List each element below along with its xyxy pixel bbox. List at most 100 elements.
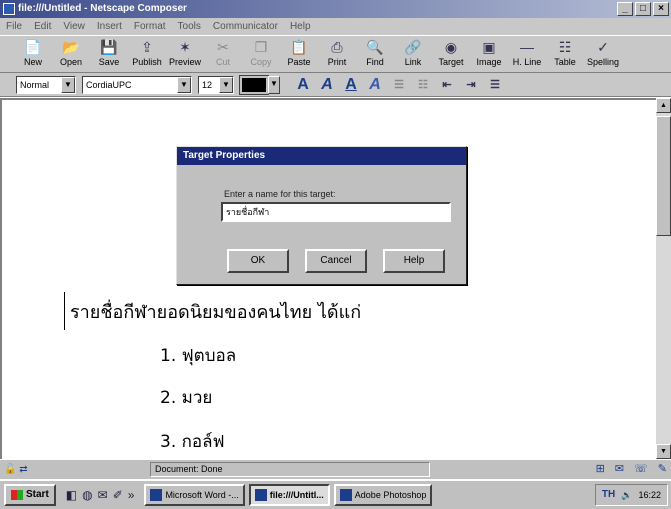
title-bar: file:///Untitled - Netscape Composer _ □… (0, 0, 671, 18)
status-bar: 🔓 ⇄ Document: Done ⊞ ✉ ☏ ✎ (0, 459, 671, 479)
task-button-word[interactable]: Microsoft Word -... (144, 484, 245, 506)
chevron-down-icon: ▼ (61, 76, 75, 93)
link-button[interactable]: 🔗 Link (396, 36, 430, 72)
spelling-label: Spelling (586, 57, 620, 67)
find-button[interactable]: 🔍 Find (358, 36, 392, 72)
menu-file[interactable]: File (6, 18, 22, 35)
font-select[interactable]: CordiaUPC ▼ (82, 75, 192, 94)
photoshop-icon (339, 489, 352, 501)
menu-help[interactable]: Help (290, 18, 311, 35)
h-line-button[interactable]: — H. Line (510, 36, 544, 72)
preview-button[interactable]: ✶ Preview (168, 36, 202, 72)
publish-button[interactable]: ⇪ Publish (130, 36, 164, 72)
discussion-icon[interactable]: ☏ (634, 462, 648, 475)
publish-icon: ⇪ (141, 39, 153, 55)
navigator-icon[interactable]: ⊞ (596, 462, 605, 475)
cancel-button[interactable]: Cancel (305, 249, 367, 273)
text-caret (64, 292, 65, 330)
internet-icon[interactable]: ◍ (82, 488, 92, 502)
table-button[interactable]: ☷ Table (548, 36, 582, 72)
paragraph-style-select[interactable]: Normal ▼ (16, 75, 76, 94)
quick-launch: ◧ ◍ ✉ ✐ » (60, 488, 141, 502)
indent-icon[interactable]: ⇥ (462, 78, 480, 91)
target-icon: ◉ (444, 39, 458, 55)
start-label: Start (26, 489, 49, 500)
numbered-list-icon[interactable]: ☷ (414, 78, 432, 91)
menu-communicator[interactable]: Communicator (213, 18, 278, 35)
bold-icon[interactable]: A (294, 76, 312, 94)
copy-button[interactable]: ❐ Copy (244, 36, 278, 72)
ok-button[interactable]: OK (227, 249, 289, 273)
copy-icon: ❐ (254, 39, 268, 55)
open-label: Open (59, 57, 83, 67)
task-label: file:///Untitl... (269, 490, 324, 500)
new-button[interactable]: 📄 New (16, 36, 50, 72)
composition-toolbar: 📄 New 📂 Open 💾 Save ⇪ Publish ✶ Preview ✂ Cut ❐ Copy 📋… (0, 35, 671, 73)
menu-view[interactable]: View (63, 18, 85, 35)
menu-bar: File Edit View Insert Format Tools Commu… (0, 18, 671, 35)
bullet-list-icon[interactable]: ☰ (390, 78, 408, 91)
clock: 16:22 (638, 490, 661, 500)
save-button[interactable]: 💾 Save (92, 36, 126, 72)
language-indicator-icon[interactable]: TH (602, 486, 615, 504)
target-name-input[interactable]: รายชื่อกีฬา (221, 202, 451, 222)
paste-button[interactable]: 📋 Paste (282, 36, 316, 72)
spelling-button[interactable]: ✓ Spelling (586, 36, 620, 72)
preview-label: Preview (168, 57, 201, 67)
mail-icon[interactable]: ✉ (615, 462, 624, 475)
security-lock-icon[interactable]: 🔓 ⇄ (0, 464, 40, 475)
new-label: New (23, 57, 42, 67)
windows-taskbar: Start ◧ ◍ ✉ ✐ » Microsoft Word -... file… (0, 479, 671, 509)
task-button-composer[interactable]: file:///Untitl... (248, 484, 330, 506)
help-button[interactable]: Help (383, 249, 445, 273)
outdent-icon[interactable]: ⇤ (438, 78, 456, 91)
formatting-toolbar: Normal ▼ CordiaUPC ▼ 12 ▼ ▼ A A A A ☰ ☷ … (0, 73, 671, 97)
scroll-down-arrow-icon[interactable]: ▼ (656, 444, 671, 459)
print-button[interactable]: ⎙ Print (320, 36, 354, 72)
menu-edit[interactable]: Edit (34, 18, 51, 35)
paste-label: Paste (287, 57, 311, 67)
italic-icon[interactable]: A (318, 76, 336, 94)
start-button[interactable]: Start (4, 484, 56, 506)
publish-label: Publish (132, 57, 162, 67)
underline-icon[interactable]: A (342, 76, 360, 94)
chevron-down-icon: ▼ (177, 76, 191, 93)
text-color-button[interactable]: ▼ (239, 74, 280, 95)
open-icon: 📂 (62, 39, 80, 55)
maximize-button[interactable]: □ (635, 2, 651, 16)
scroll-thumb[interactable] (656, 116, 671, 236)
target-properties-dialog: Target Properties Enter a name for this … (176, 146, 467, 285)
font-size-select[interactable]: 12 ▼ (198, 75, 234, 94)
composer-icon[interactable]: ✎ (658, 462, 667, 475)
dialog-prompt: Enter a name for this target: (224, 189, 336, 199)
find-label: Find (366, 57, 384, 67)
open-button[interactable]: 📂 Open (54, 36, 88, 72)
font-value: CordiaUPC (86, 79, 132, 90)
save-label: Save (98, 57, 120, 67)
table-icon: ☷ (558, 39, 572, 55)
clear-styles-icon[interactable]: A (366, 76, 384, 94)
vertical-scrollbar[interactable]: ▲ ▼ (656, 98, 671, 459)
email-icon[interactable]: ✉ (98, 488, 108, 502)
chevron-down-icon: ▼ (219, 76, 233, 93)
close-button[interactable]: × (653, 2, 669, 16)
channels-icon[interactable]: ✐ (113, 488, 123, 502)
alignment-icon[interactable]: ☰ (486, 78, 504, 91)
more-icon[interactable]: » (128, 488, 135, 502)
minimize-button[interactable]: _ (617, 2, 633, 16)
preview-icon: ✶ (179, 39, 191, 55)
spelling-icon: ✓ (597, 39, 609, 55)
target-button[interactable]: ◉ Target (434, 36, 468, 72)
scroll-up-arrow-icon[interactable]: ▲ (656, 98, 671, 113)
menu-tools[interactable]: Tools (178, 18, 201, 35)
menu-insert[interactable]: Insert (97, 18, 122, 35)
list-item: 3. กอล์ฟ (160, 432, 225, 452)
image-button[interactable]: ▣ Image (472, 36, 506, 72)
cut-button[interactable]: ✂ Cut (206, 36, 240, 72)
menu-format[interactable]: Format (134, 18, 166, 35)
task-button-photoshop[interactable]: Adobe Photoshop (333, 484, 433, 506)
desktop-icon[interactable]: ◧ (66, 488, 77, 502)
volume-icon[interactable]: 🔈 (621, 486, 632, 504)
cut-label: Cut (215, 57, 230, 67)
target-label: Target (438, 57, 464, 67)
